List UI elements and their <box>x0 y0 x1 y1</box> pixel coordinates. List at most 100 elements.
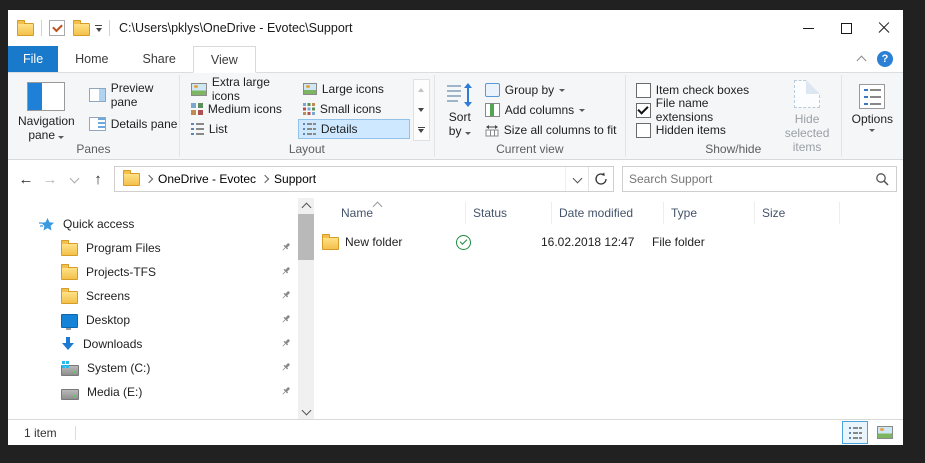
sidebar-item-program-files[interactable]: Program Files <box>8 236 298 260</box>
tab-view[interactable]: View <box>193 46 256 73</box>
details-view-icon <box>303 123 316 135</box>
folder-icon <box>61 243 78 256</box>
group-label-layout: Layout <box>180 142 434 156</box>
divider <box>41 20 42 36</box>
tab-home[interactable]: Home <box>58 46 125 72</box>
downloads-icon <box>61 337 75 351</box>
sidebar-item-screens[interactable]: Screens <box>8 284 298 308</box>
navigation-pane-icon <box>27 82 65 111</box>
pin-icon[interactable] <box>280 385 292 397</box>
pin-icon[interactable] <box>280 313 292 325</box>
breadcrumb-support[interactable]: Support <box>274 172 316 186</box>
layout-extra-large-icons[interactable]: Extra large icons <box>186 79 298 99</box>
file-list: Name Status Date modified Type Size New … <box>314 198 903 419</box>
pin-icon[interactable] <box>280 337 292 349</box>
checkbox-checked-icon <box>636 103 651 118</box>
large-icons-view-toggle[interactable] <box>872 421 898 444</box>
navigation-pane: Quick access Program Files Projects-TFS … <box>8 198 298 419</box>
column-header-size[interactable]: Size <box>755 202 840 224</box>
details-pane-button[interactable]: Details pane <box>89 114 179 134</box>
column-header-type[interactable]: Type <box>664 202 755 224</box>
details-view-toggle[interactable] <box>842 421 868 444</box>
quick-access-star-icon <box>39 217 55 232</box>
address-dropdown-icon[interactable] <box>565 167 588 191</box>
sidebar-item-media-e[interactable]: Media (E:) <box>8 380 298 404</box>
sidebar-item-projects-tfs[interactable]: Projects-TFS <box>8 260 298 284</box>
close-button[interactable] <box>865 10 903 46</box>
navigation-pane-label2: pane <box>28 128 64 142</box>
layout-scroll-up-icon[interactable] <box>414 80 429 100</box>
layout-gallery-scrollbar[interactable] <box>413 79 430 141</box>
column-header-name[interactable]: Name <box>314 202 466 224</box>
search-input[interactable] <box>623 172 875 186</box>
sort-by-label: Sort <box>449 110 471 124</box>
item-count: 1 item <box>24 426 57 440</box>
breadcrumb-chevron-icon[interactable] <box>261 175 269 183</box>
ribbon-group-layout: Extra large icons Large icons Medium ico… <box>180 73 434 159</box>
breadcrumb-chevron-icon[interactable] <box>145 175 153 183</box>
layout-scroll-down-icon[interactable] <box>414 100 429 120</box>
address-bar[interactable]: OneDrive - Evotec Support <box>114 166 614 192</box>
up-button[interactable]: ↑ <box>86 167 110 191</box>
scroll-down-icon[interactable] <box>303 403 310 419</box>
qat-new-folder-icon[interactable] <box>73 23 90 36</box>
preview-pane-label: Preview pane <box>111 81 179 109</box>
help-icon[interactable]: ? <box>877 51 893 67</box>
maximize-button[interactable] <box>827 10 865 46</box>
forward-button[interactable]: → <box>38 167 62 191</box>
pin-icon[interactable] <box>280 361 292 373</box>
qat-properties-icon[interactable] <box>49 20 65 36</box>
pin-icon[interactable] <box>280 241 292 253</box>
file-name-extensions-checkbox[interactable]: File name extensions <box>636 100 760 120</box>
group-by-button[interactable]: Group by <box>485 80 617 100</box>
layout-large-icons[interactable]: Large icons <box>298 79 410 99</box>
column-headers: Name Status Date modified Type Size <box>314 202 903 224</box>
app-folder-icon <box>17 23 34 36</box>
sidebar-scrollbar[interactable] <box>298 198 314 419</box>
folder-icon <box>61 291 78 304</box>
layout-small-icons[interactable]: Small icons <box>298 99 410 119</box>
recent-locations-dropdown[interactable] <box>62 167 86 191</box>
scrollbar-thumb[interactable] <box>298 214 314 260</box>
ribbon: Navigation pane Preview pane Details pan… <box>8 72 903 160</box>
file-row-new-folder[interactable]: New folder 16.02.2018 12:47 File folder <box>314 230 903 254</box>
back-button[interactable]: ← <box>14 167 38 191</box>
minimize-button[interactable] <box>789 10 827 46</box>
file-name: New folder <box>345 235 402 249</box>
layout-details[interactable]: Details <box>298 119 410 139</box>
scroll-up-icon[interactable] <box>303 198 310 214</box>
size-all-columns-button[interactable]: Size all columns to fit <box>485 120 617 140</box>
sidebar-item-downloads[interactable]: Downloads <box>8 332 298 356</box>
size-columns-icon <box>485 124 499 137</box>
add-columns-button[interactable]: Add columns <box>485 100 617 120</box>
refresh-button[interactable] <box>588 167 613 191</box>
extra-large-icons-icon <box>191 83 207 96</box>
pin-icon[interactable] <box>280 265 292 277</box>
layout-medium-icons[interactable]: Medium icons <box>186 99 298 119</box>
checkbox-unchecked-icon <box>636 83 651 98</box>
options-button[interactable]: Options <box>852 84 893 159</box>
add-columns-icon <box>485 103 500 117</box>
address-bar-row: ← → ↑ OneDrive - Evotec Support <box>8 160 903 198</box>
column-header-date-modified[interactable]: Date modified <box>552 202 664 224</box>
search-box[interactable] <box>622 166 897 192</box>
layout-list[interactable]: List <box>186 119 298 139</box>
pin-icon[interactable] <box>280 289 292 301</box>
tab-file[interactable]: File <box>8 46 58 72</box>
layout-more-icon[interactable] <box>414 120 429 140</box>
group-label-panes: Panes <box>8 142 179 156</box>
details-pane-label: Details pane <box>111 117 178 131</box>
hidden-items-checkbox[interactable]: Hidden items <box>636 120 760 140</box>
breadcrumb-onedrive[interactable]: OneDrive - Evotec <box>158 172 256 186</box>
preview-pane-button[interactable]: Preview pane <box>89 85 179 105</box>
column-header-status[interactable]: Status <box>466 202 552 224</box>
qat-customize-dropdown-icon[interactable] <box>95 25 102 32</box>
sidebar-item-quick-access[interactable]: Quick access <box>8 212 298 236</box>
refresh-icon <box>594 172 608 186</box>
sidebar-item-desktop[interactable]: Desktop <box>8 308 298 332</box>
desktop-background: C:\Users\pklys\OneDrive - Evotec\Support… <box>0 0 925 463</box>
sidebar-item-system-c[interactable]: System (C:) <box>8 356 298 380</box>
minimize-ribbon-icon[interactable] <box>857 56 867 66</box>
options-icon <box>859 84 885 109</box>
tab-share[interactable]: Share <box>126 46 193 72</box>
